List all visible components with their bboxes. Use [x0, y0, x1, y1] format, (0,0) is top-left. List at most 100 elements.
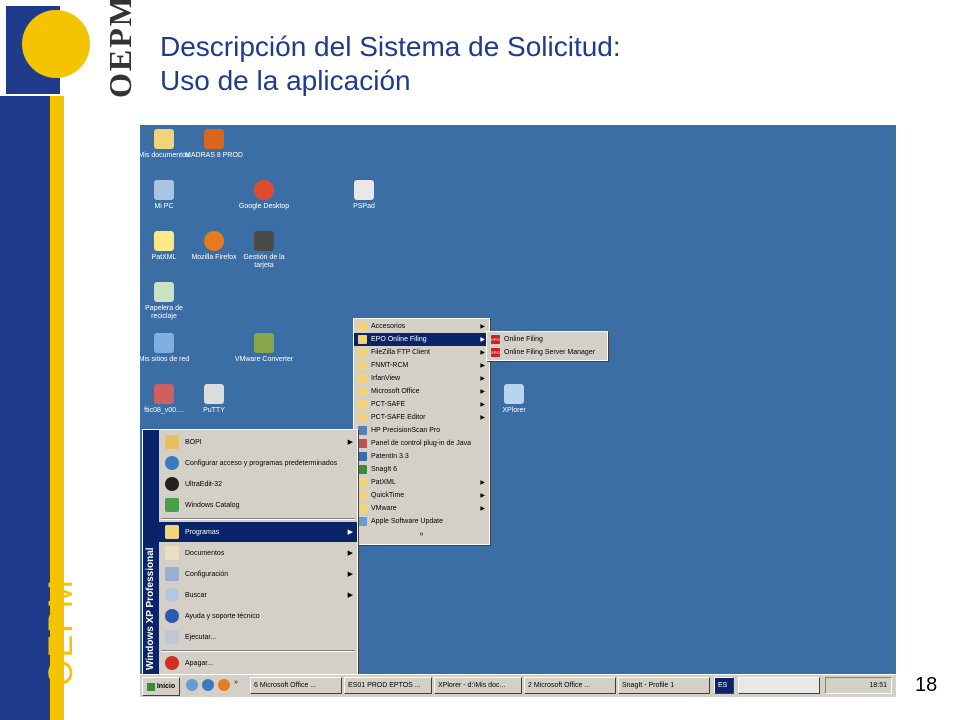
quicklaunch-firefox-icon[interactable] [218, 679, 230, 691]
submenu-arrow-icon: ▶ [347, 550, 353, 557]
desktop-icon-label: XPlorer [502, 407, 526, 414]
title-line-1: Descripción del Sistema de Solicitud: [160, 31, 621, 62]
desktop-icon-label: PSPad [353, 203, 375, 210]
desktop-icon-pspad[interactable]: PSPad [334, 180, 394, 211]
taskbar-button-office-6[interactable]: 6 Microsoft Office ... [250, 677, 342, 694]
submenu-arrow-icon: ▶ [480, 506, 485, 512]
desktop-icon-sitios-red[interactable]: Mis sitios de red [140, 333, 194, 364]
programs-menu-item[interactable]: VMware ▶ [354, 502, 489, 515]
apple-update-icon [358, 517, 367, 526]
programs-menu-item[interactable]: Panel de control plug-in de Java [354, 437, 489, 450]
programs-menu-item[interactable]: Microsoft Office ▶ [354, 385, 489, 398]
title-line-2: Uso de la aplicación [160, 65, 411, 96]
programs-menu-item[interactable]: PCT-SAFE Editor ▶ [354, 411, 489, 424]
programs-menu-item[interactable]: PatXML ▶ [354, 476, 489, 489]
taskbar-button-xplorer[interactable]: XPlorer - d:\Mis doc... [434, 677, 522, 694]
start-menu-item-windows-catalog[interactable]: Windows Catalog [159, 495, 357, 515]
programs-menu-item[interactable]: FileZilla FTP Client ▶ [354, 346, 489, 359]
programs-menu-item[interactable]: QuickTime ▶ [354, 489, 489, 502]
quicklaunch-ie-icon[interactable] [202, 679, 214, 691]
start-menu-item-ultraedit[interactable]: UltraEdit-32 [159, 474, 357, 494]
submenu-arrow-icon: ▶ [347, 592, 353, 599]
epo-menu-item-online-filing[interactable]: EPO Online Filing [487, 333, 607, 346]
network-icon [154, 333, 174, 353]
programs-menu-item[interactable]: PatentIn 3.3 [354, 450, 489, 463]
submenu-arrow-icon: ▶ [347, 529, 353, 536]
quicklaunch-desktop-icon[interactable] [186, 679, 198, 691]
help-icon [165, 609, 179, 623]
programs-menu-more[interactable]: » [354, 528, 489, 541]
submenu-arrow-icon: ▶ [480, 415, 485, 421]
folder-icon [358, 491, 367, 500]
folder-icon [358, 374, 367, 383]
start-menu-band: Windows XP Professional [143, 430, 159, 675]
programs-menu-item[interactable]: SnagIt 6 [354, 463, 489, 476]
programs-menu-item[interactable]: HP PrecisionScan Pro [354, 424, 489, 437]
submenu-arrow-icon: ▶ [480, 480, 485, 486]
start-menu: Windows XP Professional BOPI ▶ Configurar… [142, 429, 358, 676]
programs-menu-item[interactable]: Accesorios ▶ [354, 320, 489, 333]
start-menu-item-ayuda[interactable]: Ayuda y soporte técnico [159, 606, 357, 626]
logo-circle-shape [22, 10, 90, 78]
start-menu-item-bopi[interactable]: BOPI ▶ [159, 432, 357, 452]
epo-icon: EPO [491, 348, 500, 357]
editor-icon [354, 180, 374, 200]
scanner-icon [358, 426, 367, 435]
programs-menu-item[interactable]: PCT-SAFE ▶ [354, 398, 489, 411]
start-menu-item-documentos[interactable]: Documentos ▶ [159, 543, 357, 563]
documents-icon [165, 546, 179, 560]
folder-icon [358, 322, 367, 331]
side-wordmark-text: OEPM [42, 577, 80, 686]
desktop-icon-vmware-converter[interactable]: VMware Converter [234, 333, 294, 364]
desktop-icon-xplorer[interactable]: XPlorer [484, 384, 544, 415]
taskbar-button-snagit[interactable]: SnagIt - Profile 1 [618, 677, 710, 694]
java-icon [358, 439, 367, 448]
start-menu-separator [161, 650, 355, 652]
start-menu-item-configurar-acceso[interactable]: Configurar acceso y programas predetermi… [159, 453, 357, 473]
start-menu-item-apagar[interactable]: Apagar... [159, 653, 357, 673]
quicklaunch-more-icon[interactable]: » [234, 679, 240, 691]
start-menu-item-ejecutar[interactable]: Ejecutar... [159, 627, 357, 647]
folder-icon [358, 387, 367, 396]
start-menu-item-configuracion[interactable]: Configuración ▶ [159, 564, 357, 584]
start-menu-item-programas[interactable]: Programas ▶ [159, 522, 357, 542]
windows-flag-icon [146, 682, 155, 691]
language-indicator[interactable]: ES [714, 677, 734, 694]
submenu-arrow-icon: ▶ [480, 350, 485, 356]
address-toolbar[interactable] [738, 677, 820, 694]
programs-menu-item[interactable]: IrfanView ▶ [354, 372, 489, 385]
taskbar: Inicio » 6 Microsoft Office ... ES01 PRO… [140, 674, 896, 697]
submenu-arrow-icon: ▶ [480, 493, 485, 499]
card-icon [254, 231, 274, 251]
system-tray: 18:51 [825, 677, 892, 694]
desktop-icon-google-desktop[interactable]: Google Desktop [234, 180, 294, 211]
taskbar-button-office-2[interactable]: 2 Microsoft Office ... [524, 677, 616, 694]
page-number: 18 [915, 674, 938, 696]
search-icon [165, 588, 179, 602]
desktop-icon-papelera[interactable]: Papelera de reciclaje [140, 282, 194, 321]
programs-menu-item[interactable]: FNMT-RCM ▶ [354, 359, 489, 372]
programs-menu-item-selected[interactable]: EPO Online Filing ▶ [354, 333, 489, 346]
computer-icon [154, 180, 174, 200]
start-menu-item-buscar[interactable]: Buscar ▶ [159, 585, 357, 605]
epo-icon: EPO [491, 335, 500, 344]
epo-menu-item-server-manager[interactable]: EPO Online Filing Server Manager [487, 346, 607, 359]
desktop-icon-madras[interactable]: MADRAS 8 PROD [184, 129, 244, 160]
submenu-arrow-icon: ▶ [480, 324, 485, 330]
folder-icon [154, 129, 174, 149]
ultraedit-icon [165, 477, 179, 491]
putty-icon [204, 384, 224, 404]
windows-catalog-icon [165, 498, 179, 512]
clock[interactable]: 18:51 [869, 682, 887, 689]
desktop-icon-gestion-tarjeta[interactable]: Gestión de la tarjeta [234, 231, 294, 270]
desktop-icon-putty[interactable]: PuTTY [184, 384, 244, 415]
desktop-icon-label: VMware Converter [234, 356, 294, 363]
taskbar-button-es01[interactable]: ES01 PROD EPTOS ... [344, 677, 432, 694]
folder-icon [358, 335, 367, 344]
folder-icon [358, 478, 367, 487]
programs-menu-item[interactable]: Apple Software Update [354, 515, 489, 528]
desktop-icon-mi-pc[interactable]: Mi PC [140, 180, 194, 211]
xml-icon [154, 231, 174, 251]
start-button[interactable]: Inicio [142, 677, 180, 696]
vmware-icon [254, 333, 274, 353]
